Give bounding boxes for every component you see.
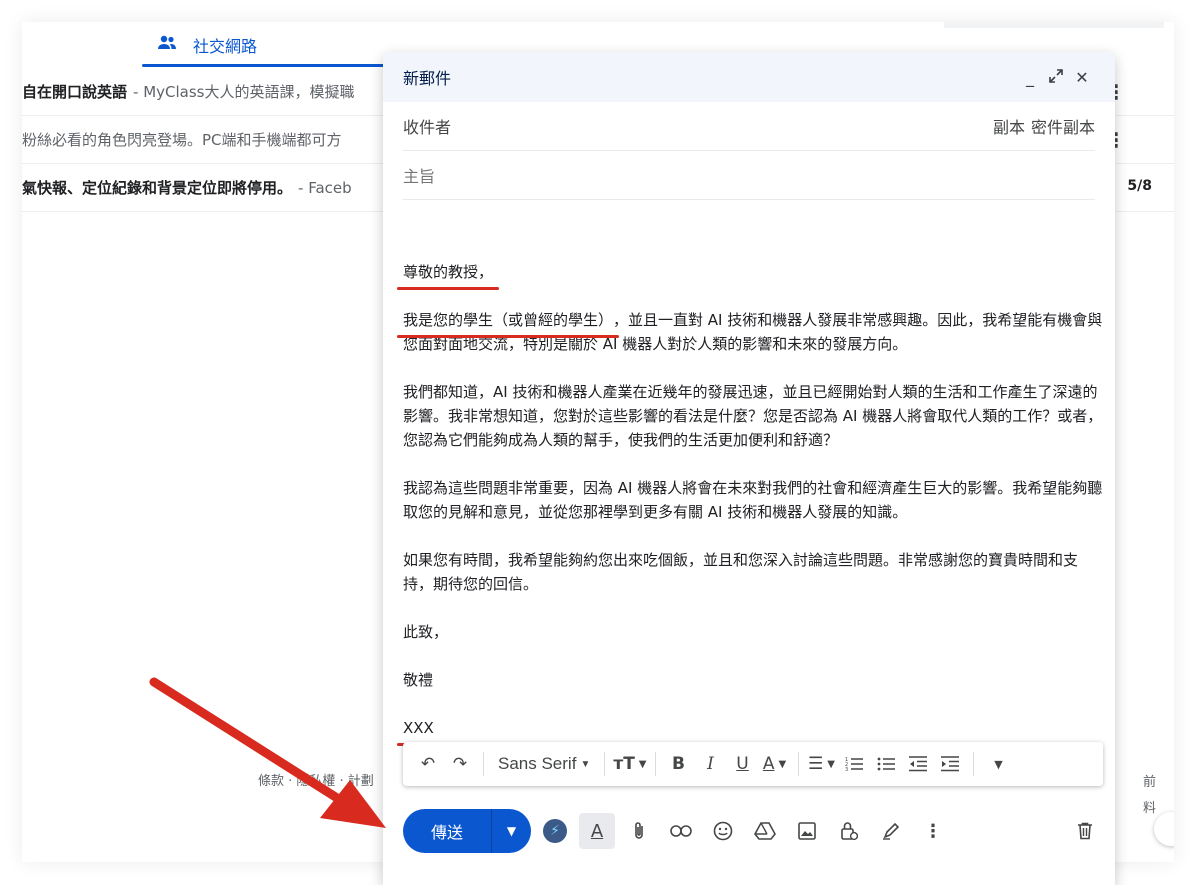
footer-activity: 前 料: [1143, 770, 1156, 822]
toolbar-divider: [797, 752, 799, 776]
people-icon: [157, 35, 177, 55]
link-icon[interactable]: [663, 813, 699, 849]
regards-text: 敬禮: [403, 671, 434, 689]
body-paragraph: 如果您有時間，我希望能夠約您出來吃個飯，並且和您深入討論這些問題。非常感謝您的寶…: [403, 551, 1079, 593]
tab-social[interactable]: 社交網路: [157, 22, 257, 68]
font-size-icon[interactable]: тT ▼: [613, 749, 646, 779]
chevron-down-icon: ▼: [580, 758, 591, 770]
close-icon[interactable]: ✕: [1069, 68, 1095, 87]
text-color-icon[interactable]: A ▼: [760, 749, 790, 779]
compose-header[interactable]: 新郵件 _ ✕: [383, 52, 1115, 102]
subject-field[interactable]: 主旨: [403, 151, 1095, 200]
bolt-icon[interactable]: ⚡: [537, 813, 573, 849]
toolbar-divider: [483, 752, 484, 776]
footer-right-text: 前: [1142, 775, 1156, 790]
bulleted-list-icon[interactable]: [871, 749, 901, 779]
inbox-row-subject: 氣快報、定位紀錄和背景定位即將停用。: [22, 179, 293, 197]
inbox-row-subject: 自在開口說英語: [22, 83, 128, 101]
to-field[interactable]: 收件者 副本 密件副本: [403, 102, 1095, 151]
minimize-icon[interactable]: _: [1017, 68, 1043, 87]
indent-less-icon[interactable]: [903, 749, 933, 779]
confidential-lock-icon[interactable]: [831, 813, 867, 849]
more-options-icon[interactable]: ⋮: [915, 813, 951, 849]
send-label: 傳送: [430, 823, 463, 842]
redo-icon[interactable]: ↷: [445, 749, 475, 779]
chevron-down-icon: ▼: [827, 758, 835, 770]
signature-pen-icon[interactable]: [873, 813, 909, 849]
formatting-toolbar: ↶ ↷ Sans Serif ▼ тT ▼ B I U A ▼ ☰ ▼ 123 ▼: [403, 742, 1103, 786]
subject-placeholder: 主旨: [403, 167, 436, 186]
body-paragraph: 我們都知道，AI 技術和機器人產業在近幾年的發展迅速，並且已經開始對人類的生活和…: [403, 383, 1103, 449]
image-icon[interactable]: [789, 813, 825, 849]
signature-text: XXX: [397, 716, 440, 746]
toolbar-divider: [654, 752, 656, 776]
emoji-icon[interactable]: [705, 813, 741, 849]
underline-icon[interactable]: U: [728, 749, 758, 779]
inbox-row-snippet: - MyClass大人的英語課，模擬職: [133, 83, 355, 101]
numbered-list-icon[interactable]: 123: [839, 749, 869, 779]
font-select[interactable]: Sans Serif ▼: [492, 749, 596, 779]
svg-text:3: 3: [845, 767, 848, 772]
to-label: 收件者: [403, 118, 452, 137]
body-paragraph: 我認為這些問題非常重要，因為 AI 機器人將會在未來對我們的社會和經濟產生巨大的…: [403, 479, 1103, 521]
undo-icon[interactable]: ↶: [413, 749, 443, 779]
indent-more-icon[interactable]: [935, 749, 965, 779]
message-body[interactable]: 尊敬的教授， 我是您的學生（或曾經的學生），並且一直對 AI 技術和機器人發展非…: [396, 260, 1103, 764]
compose-window: 新郵件 _ ✕ 收件者 副本 密件副本 主旨 尊敬的教授， 我是您的學生（或曾經…: [383, 52, 1115, 885]
chevron-down-icon: ▼: [994, 757, 1003, 771]
formatting-options-icon[interactable]: A: [579, 813, 615, 849]
chevron-down-icon: ▼: [778, 758, 787, 770]
bold-icon[interactable]: B: [664, 749, 694, 779]
expand-icon[interactable]: [1043, 68, 1069, 87]
annotation-arrow-icon: [149, 677, 386, 828]
attach-icon[interactable]: [621, 813, 657, 849]
more-formatting-icon[interactable]: ▼: [982, 749, 1012, 779]
greeting-text: 尊敬的教授，: [396, 260, 500, 290]
trash-icon[interactable]: [1067, 813, 1103, 849]
side-panel-toggle[interactable]: [1154, 812, 1174, 846]
closing-text: 此致，: [403, 623, 449, 641]
chevron-down-icon: ▼: [638, 758, 647, 770]
font-select-label: Sans Serif: [498, 754, 577, 773]
toolbar-divider: [972, 752, 974, 776]
inbox-row-date: 5/8: [1127, 178, 1152, 194]
align-icon[interactable]: ☰ ▼: [807, 749, 837, 779]
compose-actions: 傳送 ▼ ⚡ A ⋮: [403, 808, 1103, 854]
inbox-row-snippet: - Faceb: [298, 178, 352, 197]
toolbar-divider: [604, 752, 606, 776]
cc-link[interactable]: 副本: [993, 114, 1025, 138]
student-text: 我是您的學生（或曾經的學生）: [396, 308, 620, 338]
send-button[interactable]: 傳送 ▼: [403, 809, 531, 853]
bcc-link[interactable]: 密件副本: [1031, 114, 1095, 138]
compose-title: 新郵件: [403, 69, 452, 88]
search-area: [944, 22, 1164, 28]
tab-social-label: 社交網路: [193, 37, 258, 56]
italic-icon[interactable]: I: [696, 749, 726, 779]
drive-icon[interactable]: [747, 813, 783, 849]
inbox-row-subject: 粉絲必看的角色閃亮登場。PC端和手機端都可方: [22, 131, 342, 149]
chevron-down-icon[interactable]: ▼: [492, 824, 531, 838]
footer-right-text: 料: [1142, 801, 1156, 816]
